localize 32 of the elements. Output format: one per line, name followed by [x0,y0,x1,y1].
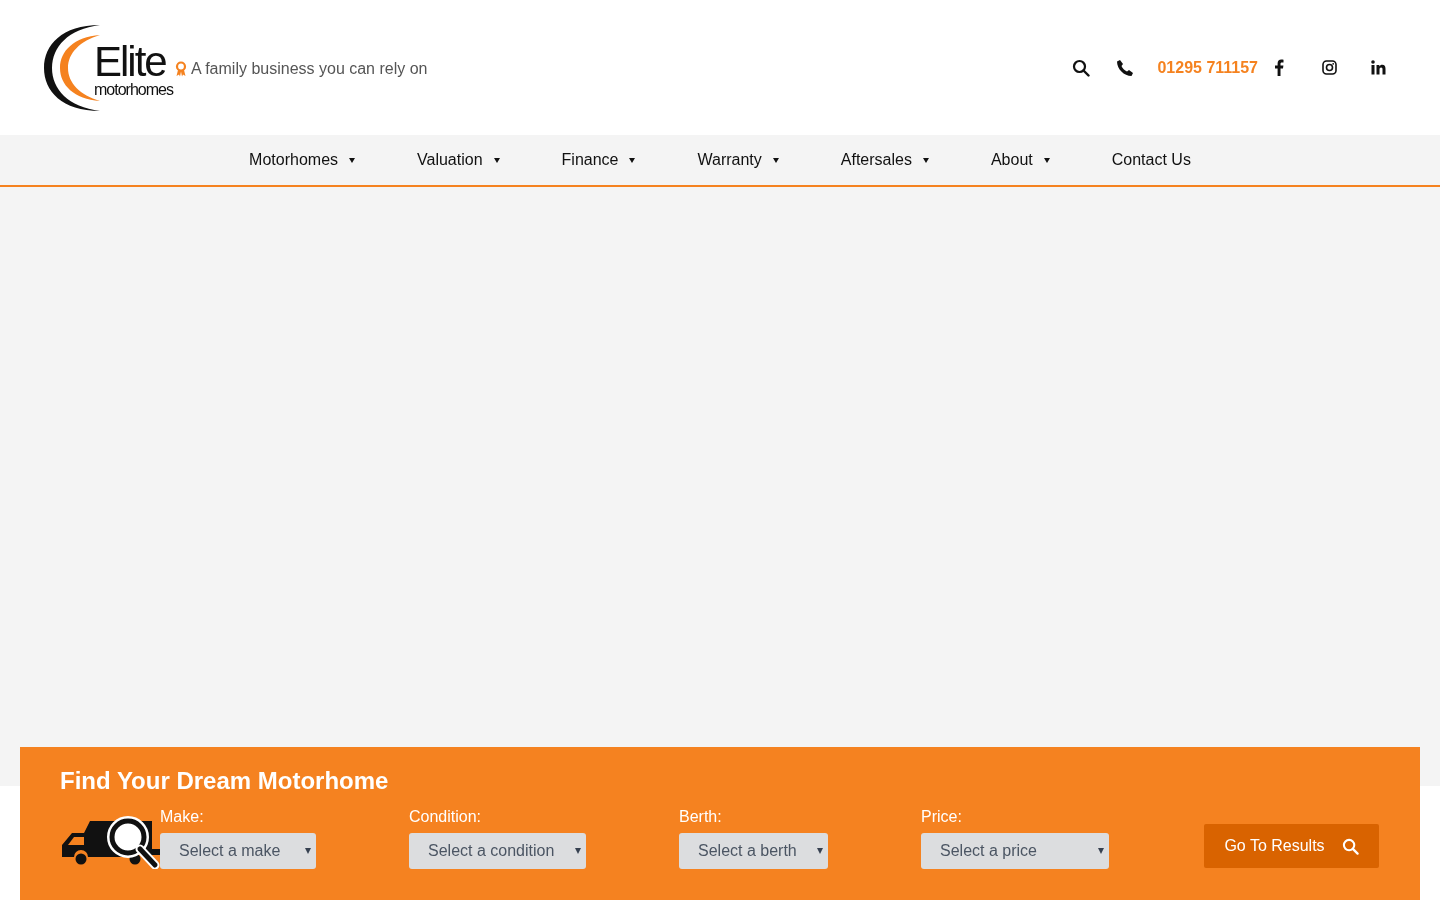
instagram-icon[interactable] [1322,60,1337,75]
caret-icon [305,848,311,854]
nav-link[interactable]: About [990,151,1050,169]
filter-dropdown[interactable]: Select a berth [679,833,828,869]
go-to-results-button[interactable]: Go To Results [1204,824,1379,868]
tagline: A family business you can rely on [190,59,428,78]
search-icon [1341,837,1359,855]
filter-label: Make: [160,807,205,827]
nav-link[interactable]: Warranty [697,151,779,169]
linkedin-icon[interactable] [1371,60,1386,75]
logo-wordmark: Elite [94,41,166,82]
nav-link[interactable]: Aftersales [840,151,929,169]
filter-label: Price: [921,807,963,827]
nav-link[interactable]: Contact Us [1111,151,1191,169]
filter-dropdown[interactable]: Select a price [921,833,1109,869]
search-panel-title: Find Your Dream Motorhome [60,767,390,795]
filter-label: Condition: [409,807,483,827]
caret-icon [817,848,823,854]
filter-label: Berth: [679,807,723,827]
logo-subline: motorhomes [94,81,173,98]
filter-dropdown[interactable]: Select a condition [409,833,586,869]
award-ribbon-icon [174,60,187,77]
facebook-icon[interactable] [1274,59,1284,76]
motorhome-search-icon [60,815,160,869]
nav-link[interactable]: Finance [561,151,636,169]
nav-link[interactable]: Valuation [417,151,500,169]
phone-icon[interactable] [1116,58,1135,77]
search-icon[interactable] [1072,58,1091,77]
filter-dropdown[interactable]: Select a make [160,833,316,869]
caret-icon [575,848,581,854]
nav-link[interactable]: Motorhomes [249,151,356,169]
caret-icon [1098,848,1104,854]
